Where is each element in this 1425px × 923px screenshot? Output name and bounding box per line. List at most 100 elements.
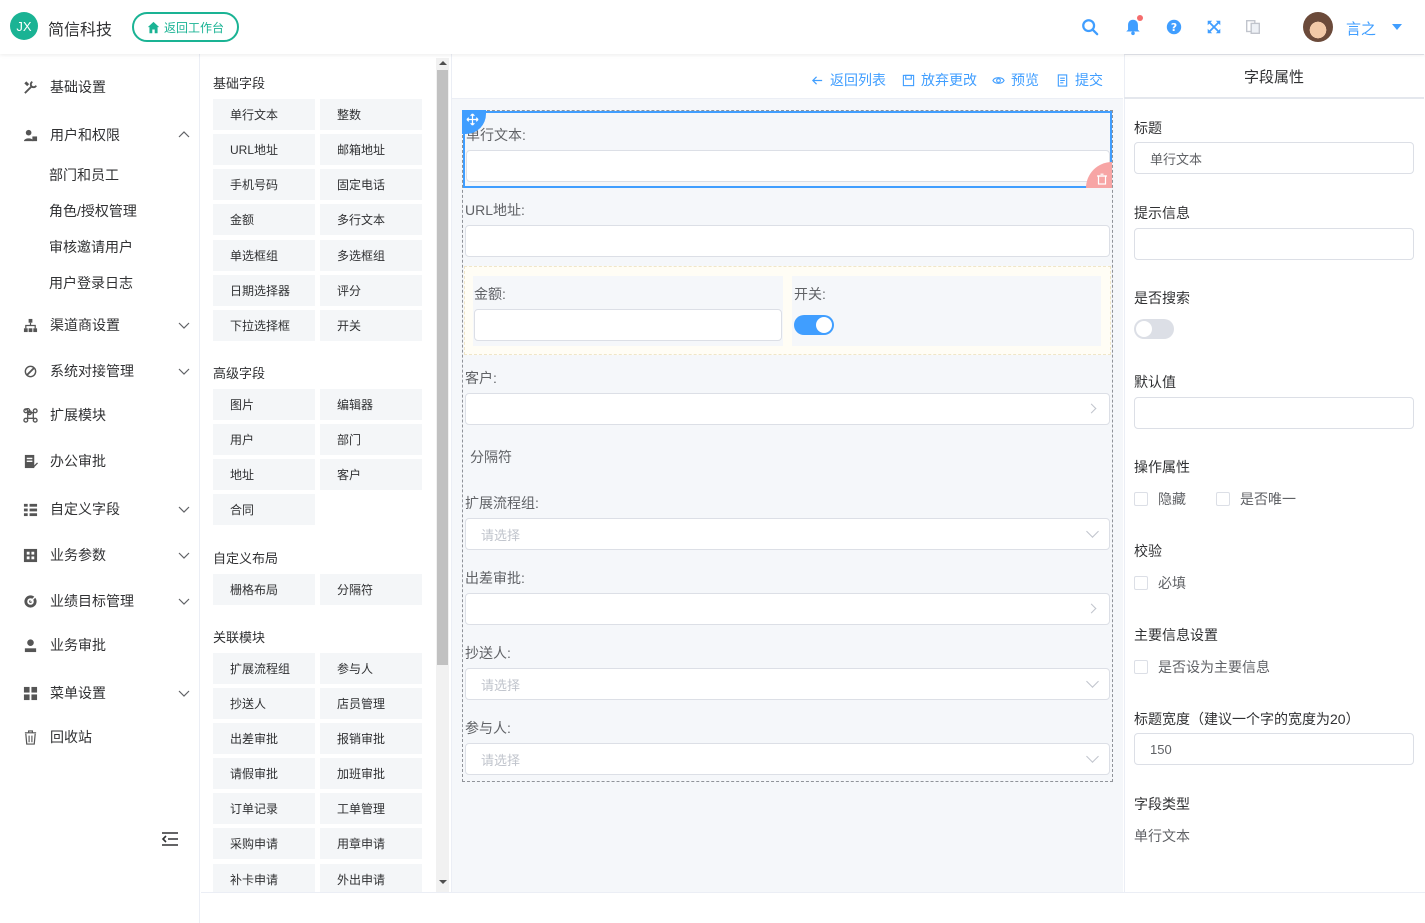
sidebar-item-menu-settings[interactable]: 菜单设置 [0,681,200,705]
component-clock-fix[interactable]: 补卡申请 [213,864,315,892]
sidebar-subitem-departments[interactable]: 部门和员工 [49,165,119,185]
sidebar-item-label: 扩展模块 [50,407,106,423]
sidebar-item-system-integration[interactable]: 系统对接管理 [0,359,200,383]
brand-name: 简信科技 [48,22,113,39]
sidebar-item-basic-settings[interactable]: 基础设置 [0,75,200,99]
prop-required-checkbox[interactable]: 必填 [1134,573,1186,593]
sidebar-item-label: 自定义字段 [50,501,120,517]
component-address[interactable]: 地址 [213,459,315,490]
prop-unique-checkbox[interactable]: 是否唯一 [1216,489,1296,509]
component-single-text[interactable]: 单行文本 [213,99,315,130]
ext-flow-select[interactable]: 请选择 [465,518,1110,550]
sidebar-item-performance-targets[interactable]: 业绩目标管理 [0,589,200,613]
bell-icon[interactable] [1123,15,1143,37]
sidebar-item-label: 业绩目标管理 [50,593,134,609]
component-leave[interactable]: 请假审批 [213,758,315,789]
sidebar-item-business-approval[interactable]: 业务审批 [0,633,200,657]
component-switch[interactable]: 开关 [320,310,422,341]
participant-select[interactable]: 请选择 [465,743,1110,775]
prop-unique-label: 是否唯一 [1240,491,1296,507]
component-divider[interactable]: 分隔符 [320,574,422,605]
search-icon[interactable] [1080,17,1100,37]
component-ext-flow[interactable]: 扩展流程组 [213,653,315,684]
component-order-record[interactable]: 订单记录 [213,793,315,824]
component-checkbox-group[interactable]: 多选框组 [320,240,422,271]
doc-edit-icon [22,453,38,469]
component-user[interactable]: 用户 [213,424,315,455]
component-date-picker[interactable]: 日期选择器 [213,275,315,306]
help-icon[interactable]: ? [1164,17,1184,37]
sidebar-subitem-roles[interactable]: 角色/授权管理 [49,201,137,221]
chevron-down-icon [1086,525,1099,538]
back-to-workbench-button[interactable]: 返回工作台 [132,12,239,42]
sidebar-item-recycle-bin[interactable]: 回收站 [0,725,200,749]
component-purchase[interactable]: 采购申请 [213,828,315,859]
url-input[interactable] [465,225,1110,257]
document-icon [1057,73,1068,87]
component-trip-approval[interactable]: 出差审批 [213,723,315,754]
amount-input[interactable] [474,309,782,341]
sidebar-item-extension-modules[interactable]: 扩展模块 [0,403,200,427]
component-customer[interactable]: 客户 [320,459,422,490]
component-seal[interactable]: 用章申请 [320,828,422,859]
avatar[interactable] [1303,12,1333,42]
component-clerk-mgmt[interactable]: 店员管理 [320,688,422,719]
component-outing[interactable]: 外出申请 [320,864,422,892]
username[interactable]: 言之 [1346,18,1376,39]
sidebar-item-business-params[interactable]: 业务参数 [0,543,200,567]
sidebar-item-custom-fields[interactable]: 自定义字段 [0,497,200,521]
prop-width-input[interactable]: 150 [1134,733,1414,765]
component-select[interactable]: 下拉选择框 [213,310,315,341]
component-scroll-thumb[interactable] [437,70,448,665]
field-switch-toggle[interactable] [794,315,834,335]
component-email[interactable]: 邮箱地址 [320,134,422,165]
arrow-left-icon [812,75,823,85]
component-textarea[interactable]: 多行文本 [320,204,422,235]
component-integer[interactable]: 整数 [320,99,422,130]
single-text-input[interactable] [466,150,1110,182]
customer-picker[interactable] [465,393,1110,425]
scroll-up-icon[interactable] [439,61,447,65]
prop-default-input[interactable] [1134,397,1414,429]
sidebar-item-users-permissions[interactable]: 用户和权限 [0,123,200,147]
component-participant[interactable]: 参与人 [320,653,422,684]
sidebar-item-channel-settings[interactable]: 渠道商设置 [0,313,200,337]
prop-search-toggle[interactable] [1134,319,1174,339]
component-editor[interactable]: 编辑器 [320,389,422,420]
cc-select[interactable]: 请选择 [465,668,1110,700]
trip-approval-picker[interactable] [465,593,1110,625]
prop-hint-input[interactable] [1134,228,1414,260]
participant-placeholder: 请选择 [481,752,521,768]
component-radio-group[interactable]: 单选框组 [213,240,315,271]
submit-button[interactable]: 提交 [1056,70,1103,90]
component-cc[interactable]: 抄送人 [213,688,315,719]
collapse-sidebar-icon[interactable] [160,829,180,849]
prop-main-checkbox[interactable]: 是否设为主要信息 [1134,657,1270,677]
component-image[interactable]: 图片 [213,389,315,420]
sidebar-subitem-review-invites[interactable]: 审核邀请用户 [49,237,133,257]
user-dropdown-caret-icon[interactable] [1392,24,1402,30]
sidebar-subitem-login-log[interactable]: 用户登录日志 [49,273,133,293]
discard-changes-button[interactable]: 放弃更改 [902,70,977,90]
component-amount[interactable]: 金额 [213,204,315,235]
component-department[interactable]: 部门 [320,424,422,455]
fullscreen-icon[interactable] [1204,17,1224,37]
back-list-button[interactable]: 返回列表 [811,70,886,90]
component-overtime[interactable]: 加班审批 [320,758,422,789]
submit-label: 提交 [1075,72,1103,88]
prop-title-input[interactable]: 单行文本 [1134,142,1414,174]
component-grid-layout[interactable]: 栅格布局 [213,574,315,605]
preview-button[interactable]: 预览 [992,70,1039,90]
component-mobile[interactable]: 手机号码 [213,169,315,200]
component-contract[interactable]: 合同 [213,494,315,525]
component-rating[interactable]: 评分 [320,275,422,306]
prop-hide-checkbox[interactable]: 隐藏 [1134,489,1186,509]
translate-icon[interactable] [1243,17,1263,37]
grid-col-switch [792,276,1101,346]
component-phone[interactable]: 固定电话 [320,169,422,200]
component-url[interactable]: URL地址 [213,134,315,165]
component-work-order[interactable]: 工单管理 [320,793,422,824]
scroll-down-icon[interactable] [439,880,447,884]
component-reimburse[interactable]: 报销审批 [320,723,422,754]
sidebar-item-office-approval[interactable]: 办公审批 [0,449,200,473]
